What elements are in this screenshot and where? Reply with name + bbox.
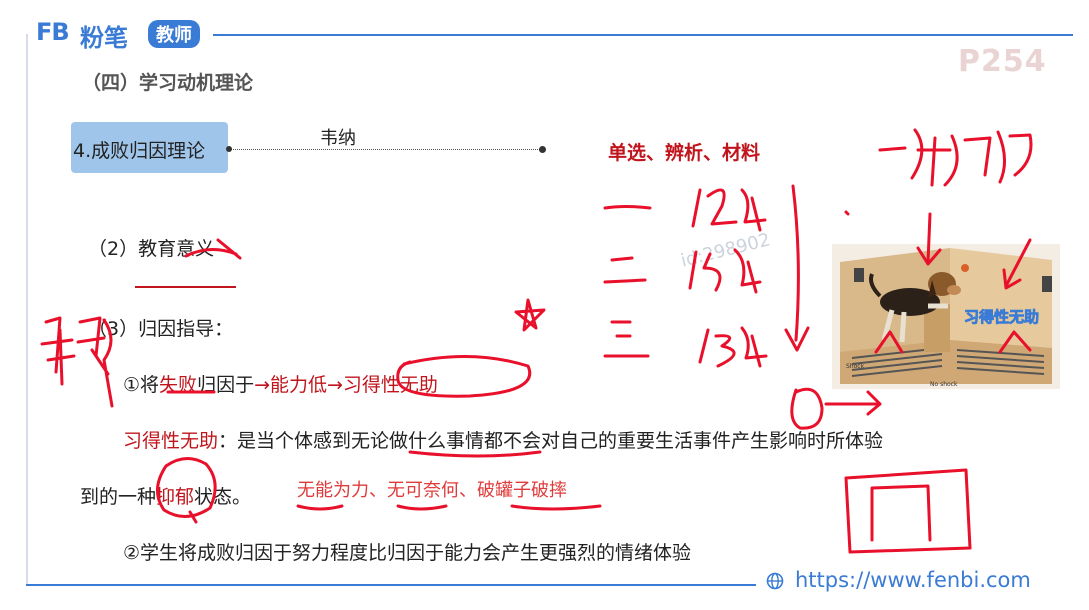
footer-divider	[26, 584, 756, 586]
learned-helplessness-illustration: 习得性无助 Shock No shock	[832, 244, 1060, 389]
ink-dash	[878, 146, 907, 152]
ink-star	[514, 298, 546, 332]
globe-icon	[766, 572, 784, 590]
ink-left-glyph-a	[40, 316, 76, 386]
brand-logo-mark: FB	[36, 18, 70, 46]
ink-scribble-phrase-b	[963, 130, 1033, 184]
point-two: ②学生将成败归因于努力程度比归因于能力会产生更强烈的情绪体验	[123, 542, 692, 564]
example-phrases: 无能为力、无可奈何、破罐子破摔	[297, 480, 567, 501]
connector-start-dot	[226, 146, 232, 152]
light-indicator	[961, 264, 969, 272]
brand-logo-name: 粉笔	[80, 24, 128, 52]
definition-depression: 抑郁	[156, 486, 195, 508]
question-types: 单选、辨析、材料	[608, 142, 761, 164]
definition-text: ：是当个体感到无论做什么事情都不会对自己的重要生活事件产生影响时所体验	[218, 430, 884, 452]
frame-left-border	[26, 34, 28, 584]
ink-box-diagram	[844, 468, 972, 554]
author-name: 韦纳	[320, 128, 356, 149]
speaker-right	[1042, 276, 1052, 292]
label-no-shock: No shock	[930, 381, 958, 388]
website-link[interactable]: https://www.fenbi.com	[795, 568, 1031, 592]
point-one-result: 习得性无助	[342, 374, 438, 396]
ink-down-arrow	[784, 184, 810, 352]
ink-mark-one	[603, 205, 652, 210]
ink-score-12	[691, 188, 767, 232]
definition-line-2: 到的一种抑郁状态。	[80, 482, 251, 509]
timeline-connector	[228, 149, 542, 150]
section-title: （四）学习动机理论	[82, 72, 254, 94]
definition-text-c: 状态。	[194, 486, 252, 508]
item-attribution-guidance: （3）归因指导：	[88, 318, 234, 340]
point-one-arrow-chain: →能力低→	[254, 374, 343, 396]
ink-mark-three	[603, 320, 650, 358]
ink-mark-two	[603, 256, 647, 284]
definition-text-a: 到的一种	[80, 486, 157, 508]
ink-dot	[844, 210, 850, 216]
brand-logo-tag: 教师	[148, 20, 200, 48]
header-divider	[213, 34, 1073, 36]
point-one-middle: 归因于	[197, 374, 255, 396]
fill-blank-line	[135, 286, 236, 288]
watermark: id:298902	[678, 229, 773, 272]
connector-end-dot	[539, 146, 546, 153]
definition-line-1: 习得性无助：是当个体感到无论做什么事情都不会对自己的重要生活事件产生影响时所体验	[123, 426, 883, 453]
point-one-prefix: ①将	[123, 374, 160, 396]
label-shock: Shock	[846, 363, 865, 370]
speaker-left	[854, 268, 864, 282]
point-one: ①将失败归因于→能力低→习得性无助	[123, 370, 438, 397]
ink-score-18	[698, 326, 768, 368]
item-education-significance: （2）教育意义	[88, 238, 215, 260]
ink-scribble-phrase-a	[910, 128, 959, 187]
point-one-failure: 失败	[159, 374, 198, 396]
page-number: P254	[958, 44, 1047, 79]
definition-term: 习得性无助	[123, 430, 219, 452]
illustration-caption: 习得性无助	[964, 308, 1039, 326]
theory-label: 4.成败归因理论	[73, 140, 206, 162]
ink-circle-arrow	[790, 387, 882, 430]
ink-underline-examples	[296, 504, 602, 511]
